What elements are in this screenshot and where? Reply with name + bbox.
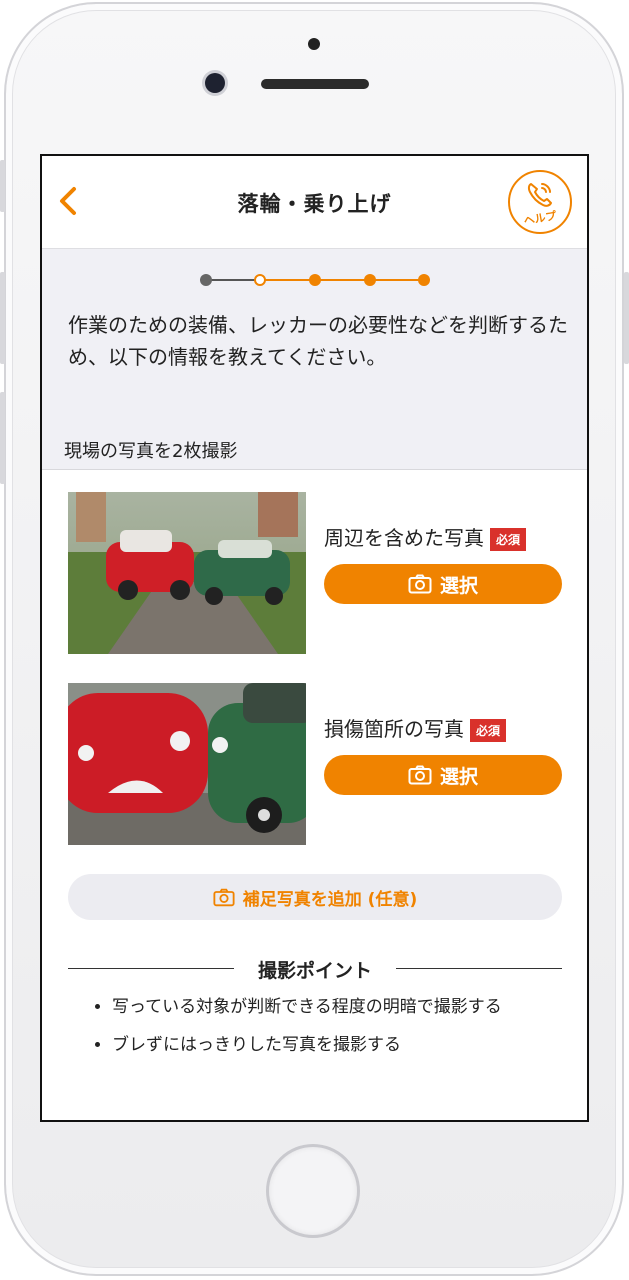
earpiece-speaker — [261, 79, 369, 89]
camera-icon — [408, 765, 432, 785]
photo-label-row: 周辺を含めた写真 必須 — [324, 522, 527, 551]
tips-header: 撮影ポイント — [68, 956, 562, 982]
app-screen: 落輪・乗り上げ ヘルプ 作業のための装備、レッカーの必要性などを判断するため、以… — [40, 154, 589, 1122]
list-item: ブレずにはっきりした写真を撮影する — [112, 1032, 572, 1058]
phone-icon — [527, 183, 552, 207]
tips-list: 写っている対象が判断できる程度の明暗で撮影する ブレずにはっきりした写真を撮影す… — [90, 994, 572, 1070]
proximity-sensor — [308, 38, 320, 50]
add-supplementary-photo-button[interactable]: 補足写真を追加 (任意) — [68, 874, 562, 920]
photo-item-surroundings: 周辺を含めた写真 必須 選択 — [68, 492, 568, 654]
select-photo-button[interactable]: 選択 — [324, 755, 562, 795]
progress-step-4 — [364, 274, 376, 286]
photo-label-row: 損傷箇所の写真 必須 — [324, 713, 507, 742]
photo-item-damage: 損傷箇所の写真 必須 選択 — [68, 683, 568, 845]
sample-photo-surroundings — [68, 492, 306, 654]
progress-line-done — [206, 279, 260, 281]
progress-step-1 — [200, 274, 212, 286]
progress-step-2-current — [254, 274, 266, 286]
select-button-label: 選択 — [439, 765, 478, 788]
page-title: 落輪・乗り上げ — [237, 192, 392, 216]
select-photo-button[interactable]: 選択 — [324, 564, 562, 604]
progress-step-3 — [309, 274, 321, 286]
progress-step-5 — [418, 274, 430, 286]
select-button-label: 選択 — [439, 574, 478, 597]
photo-label: 周辺を含めた写真 — [324, 526, 484, 550]
sample-photo-damage — [68, 683, 306, 845]
add-photo-label: 補足写真を追加 (任意) — [242, 889, 418, 910]
intro-panel: 作業のための装備、レッカーの必要性などを判断するため、以下の情報を教えてください… — [42, 249, 587, 469]
required-badge: 必須 — [490, 528, 527, 551]
camera-icon — [408, 574, 432, 594]
help-label: ヘルプ — [522, 209, 558, 228]
help-button[interactable]: ヘルプ — [508, 170, 572, 234]
front-camera — [205, 73, 225, 93]
home-button[interactable] — [266, 1144, 360, 1238]
required-badge: 必須 — [470, 719, 507, 742]
volume-up-button — [0, 272, 5, 364]
silent-switch — [0, 160, 5, 212]
power-button — [624, 272, 629, 364]
divider — [42, 469, 587, 470]
nav-header: 落輪・乗り上げ ヘルプ — [42, 156, 587, 249]
tips-title: 撮影ポイント — [257, 960, 372, 982]
progress-stepper — [200, 272, 430, 288]
intro-text: 作業のための装備、レッカーの必要性などを判断するため、以下の情報を教えてください… — [68, 313, 568, 369]
list-item: 写っている対象が判断できる程度の明暗で撮影する — [112, 994, 572, 1020]
divider-right — [396, 968, 562, 969]
volume-down-button — [0, 392, 5, 484]
photo-label: 損傷箇所の写真 — [324, 717, 464, 741]
progress-line-todo — [260, 279, 424, 281]
camera-icon — [213, 888, 235, 906]
section-title: 現場の写真を2枚撮影 — [64, 441, 238, 462]
